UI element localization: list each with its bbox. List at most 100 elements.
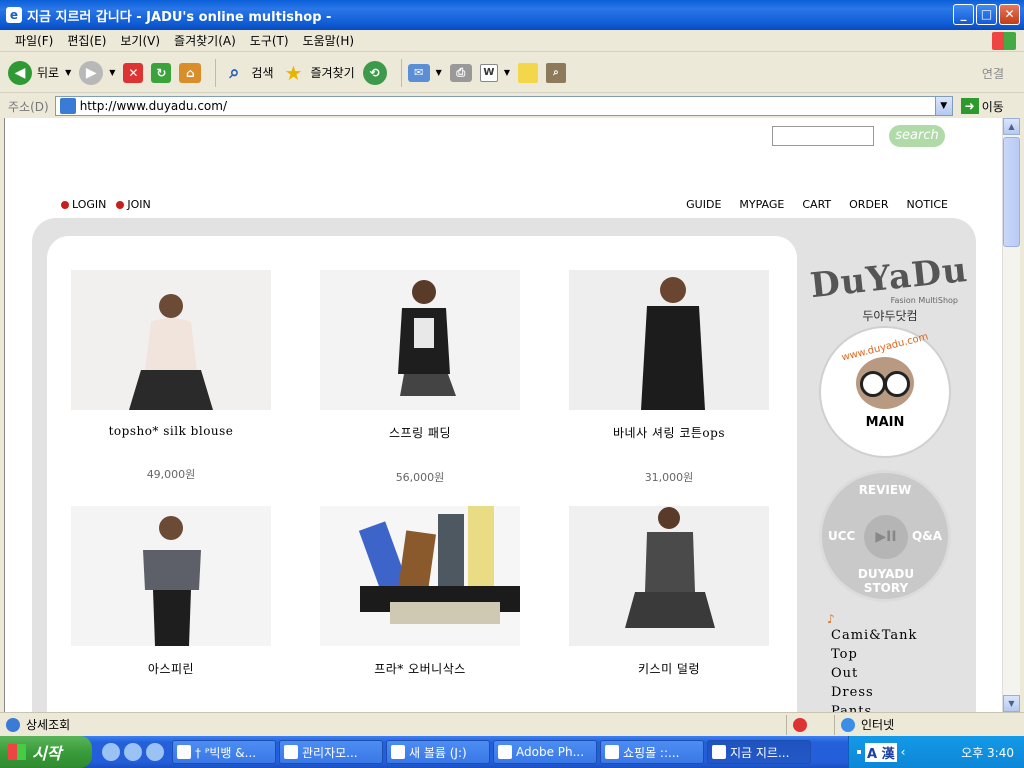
ie-quicklaunch-icon[interactable] bbox=[102, 743, 120, 761]
ie-icon bbox=[712, 745, 726, 759]
main-button[interactable]: www.duyadu.com MAIN bbox=[819, 326, 951, 458]
home-icon: ⌂ bbox=[179, 62, 202, 83]
product-card[interactable]: topsho* silk blouse 49,000원 bbox=[71, 270, 271, 482]
qna-button[interactable]: Q&A bbox=[912, 529, 942, 543]
menu-file[interactable]: 파일(F) bbox=[8, 32, 60, 49]
address-dropdown-icon[interactable]: ▼ bbox=[934, 97, 952, 115]
home-button[interactable]: ⌂ bbox=[179, 57, 202, 89]
menu-view[interactable]: 보기(V) bbox=[113, 32, 167, 49]
back-button[interactable]: ◀ 뒤로 ▼ bbox=[8, 57, 71, 89]
product-image[interactable] bbox=[569, 270, 769, 410]
forward-button[interactable]: ▶ ▼ bbox=[79, 57, 115, 89]
connect-label[interactable]: 연결 bbox=[982, 65, 1004, 82]
research-button[interactable]: ⌕ bbox=[545, 57, 566, 89]
play-pause-icon[interactable]: ▶II bbox=[864, 515, 908, 559]
model-photo-icon bbox=[71, 270, 271, 410]
scroll-up-icon[interactable]: ▲ bbox=[1003, 118, 1020, 135]
go-button[interactable]: ➜ 이동 bbox=[960, 98, 1004, 115]
product-card[interactable]: 바네사 셔링 코튼ops 31,000원 bbox=[569, 270, 769, 485]
maximize-button[interactable]: □ bbox=[976, 4, 997, 25]
site-search-input[interactable] bbox=[772, 126, 874, 146]
notes-button[interactable] bbox=[517, 57, 538, 89]
product-name[interactable]: 키스미 덜렁 bbox=[569, 660, 769, 677]
join-link[interactable]: JOIN bbox=[116, 198, 151, 211]
product-card[interactable]: 아스피린 bbox=[71, 506, 271, 705]
search-toolbar-button[interactable]: ⌕ 검색 bbox=[222, 57, 273, 89]
korean-flag-icon[interactable] bbox=[857, 750, 861, 754]
menu-edit[interactable]: 편집(E) bbox=[60, 32, 113, 49]
product-card[interactable]: 키스미 덜렁 bbox=[569, 506, 769, 705]
close-button[interactable]: ✕ bbox=[999, 4, 1020, 25]
product-image[interactable] bbox=[320, 506, 520, 646]
product-image[interactable] bbox=[320, 270, 520, 410]
category-item[interactable]: Top bbox=[831, 645, 917, 664]
taskbar-item[interactable]: Adobe Ph... bbox=[493, 740, 597, 764]
nav-guide[interactable]: GUIDE bbox=[686, 198, 721, 211]
media-quicklaunch-icon[interactable] bbox=[146, 743, 164, 761]
toolbar: ◀ 뒤로 ▼ ▶ ▼ ✕ ↻ ⌂ ⌕ 검색 ★ 즐겨찾기 ⟲ ✉ ▼ ⎙ W ▼… bbox=[0, 53, 1024, 93]
forward-dropdown-icon[interactable]: ▼ bbox=[109, 68, 115, 77]
product-name[interactable]: topsho* silk blouse bbox=[71, 424, 271, 438]
story-button[interactable]: DUYADU STORY bbox=[850, 567, 922, 595]
stop-button[interactable]: ✕ bbox=[123, 57, 144, 89]
clock[interactable]: 오후 3:40 bbox=[961, 744, 1014, 761]
taskbar-item[interactable]: 쇼핑몰 ::... bbox=[600, 740, 704, 764]
menu-bar: 파일(F) 편집(E) 보기(V) 즐겨찾기(A) 도구(T) 도움말(H) bbox=[0, 30, 1024, 52]
zone-cell: 인터넷 bbox=[834, 714, 1024, 735]
menu-help[interactable]: 도움말(H) bbox=[296, 32, 362, 49]
ucc-button[interactable]: UCC bbox=[828, 529, 855, 543]
nav-notice[interactable]: NOTICE bbox=[907, 198, 948, 211]
login-link[interactable]: LOGIN bbox=[61, 198, 106, 211]
minimize-button[interactable]: _ bbox=[953, 4, 974, 25]
site-logo[interactable]: DuYaDu Fasion MultiShop 두야두닷컴 bbox=[808, 250, 970, 324]
review-button[interactable]: REVIEW bbox=[822, 483, 948, 497]
windows-flag-icon bbox=[8, 744, 26, 760]
product-name[interactable]: 프라* 오버니삭스 bbox=[320, 660, 520, 677]
history-button[interactable]: ⟲ bbox=[362, 57, 387, 89]
scroll-thumb[interactable] bbox=[1003, 137, 1020, 247]
address-url[interactable]: http://www.duyadu.com/ bbox=[80, 99, 227, 113]
window-titlebar[interactable]: e 지금 지르러 갑니다 - JADU's online multishop -… bbox=[0, 0, 1024, 30]
mail-button[interactable]: ✉ ▼ bbox=[407, 57, 442, 89]
category-item[interactable]: Out bbox=[831, 664, 917, 683]
taskbar-item-active[interactable]: 지금 지르... bbox=[707, 740, 811, 764]
product-card[interactable]: 스프링 패딩 56,000원 bbox=[320, 270, 520, 485]
nav-mypage[interactable]: MYPAGE bbox=[739, 198, 784, 211]
globe-icon bbox=[841, 717, 855, 732]
address-input[interactable]: http://www.duyadu.com/ ▼ bbox=[54, 96, 953, 116]
mail-dropdown-icon[interactable]: ▼ bbox=[436, 68, 442, 77]
ime-indicator[interactable]: A 漢 bbox=[865, 742, 897, 762]
category-item[interactable]: Pants bbox=[831, 702, 917, 712]
product-name[interactable]: 스프링 패딩 bbox=[320, 424, 520, 441]
desktop-quicklaunch-icon[interactable] bbox=[124, 743, 142, 761]
nav-order[interactable]: ORDER bbox=[849, 198, 888, 211]
vertical-scrollbar[interactable]: ▲ ▼ bbox=[1002, 118, 1020, 712]
product-name[interactable]: 아스피린 bbox=[71, 660, 271, 677]
product-card[interactable]: 프라* 오버니삭스 bbox=[320, 506, 520, 705]
tray-expand-icon[interactable]: ‹ bbox=[901, 745, 906, 759]
product-image[interactable] bbox=[569, 506, 769, 646]
nav-cart[interactable]: CART bbox=[802, 198, 831, 211]
site-search-button[interactable]: search bbox=[889, 125, 945, 147]
product-image[interactable] bbox=[71, 270, 271, 410]
back-label: 뒤로 bbox=[37, 66, 60, 80]
product-image[interactable] bbox=[71, 506, 271, 646]
print-button[interactable]: ⎙ bbox=[449, 57, 472, 89]
taskbar-item[interactable]: † ᴾ빅뱅 &... bbox=[172, 740, 276, 764]
category-item[interactable]: Dress bbox=[831, 683, 917, 702]
scroll-down-icon[interactable]: ▼ bbox=[1003, 695, 1020, 712]
product-name[interactable]: 바네사 셔링 코튼ops bbox=[569, 424, 769, 441]
menu-favorites[interactable]: 즐겨찾기(A) bbox=[167, 32, 243, 49]
taskbar-item[interactable]: 새 볼륨 (J:) bbox=[386, 740, 490, 764]
edit-dropdown-icon[interactable]: ▼ bbox=[504, 68, 510, 77]
favorites-button[interactable]: ★ 즐겨찾기 bbox=[282, 57, 355, 89]
back-dropdown-icon[interactable]: ▼ bbox=[65, 68, 71, 77]
taskbar-item[interactable]: 관리자모... bbox=[279, 740, 383, 764]
start-button[interactable]: 시작 bbox=[0, 736, 92, 768]
menu-tools[interactable]: 도구(T) bbox=[243, 32, 296, 49]
taskbar: 시작 † ᴾ빅뱅 &... 관리자모... 새 볼륨 (J:) Adobe Ph… bbox=[0, 736, 1024, 768]
refresh-button[interactable]: ↻ bbox=[151, 57, 172, 89]
category-item[interactable]: Cami&Tank bbox=[831, 626, 917, 645]
edit-button[interactable]: W ▼ bbox=[479, 57, 510, 89]
research-icon: ⌕ bbox=[545, 62, 566, 83]
